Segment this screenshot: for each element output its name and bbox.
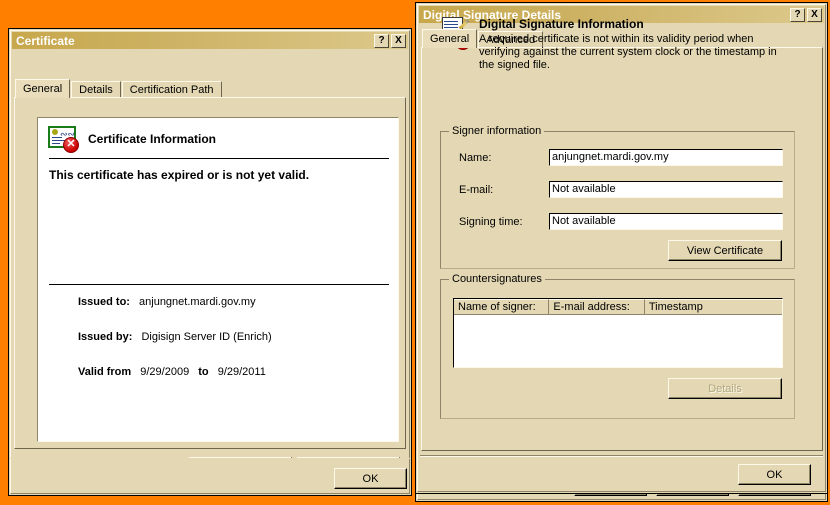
countersignature-details-button: Details bbox=[668, 378, 782, 399]
divider-bottom bbox=[49, 284, 389, 285]
dsd-info-header: ∾∾ ✕ Digital Signature Information A req… bbox=[440, 17, 790, 72]
dsd-info-description: A required certificate is not within its… bbox=[479, 33, 777, 71]
field-issued-to: Issued to: anjungnet.mardi.gov.my bbox=[78, 296, 272, 308]
dsd-ok-button[interactable]: OK bbox=[738, 464, 811, 485]
countersignatures-group: Countersignatures Name of signer: E-mail… bbox=[440, 273, 795, 419]
certificate-info-heading: Certificate Information bbox=[88, 132, 217, 146]
validity-prefix: Valid from bbox=[78, 366, 132, 378]
certificate-ok-button[interactable]: OK bbox=[334, 468, 407, 489]
certificate-fields: Issued to: anjungnet.mardi.gov.my Issued… bbox=[78, 296, 272, 401]
countersignatures-label: Countersignatures bbox=[449, 273, 545, 285]
close-icon[interactable]: X bbox=[391, 33, 406, 48]
help-icon[interactable]: ? bbox=[790, 7, 805, 22]
view-certificate-button[interactable]: View Certificate bbox=[668, 240, 782, 261]
tab-details[interactable]: Details bbox=[71, 81, 121, 98]
signer-email-label: E-mail: bbox=[459, 184, 494, 196]
field-issued-to-value: anjungnet.mardi.gov.my bbox=[139, 296, 256, 308]
dsd-titlebar-buttons: ? X bbox=[790, 7, 824, 22]
tab-general[interactable]: General bbox=[15, 79, 71, 98]
certificate-tabstrip: General Details Certification Path bbox=[15, 79, 223, 98]
certificate-info-header: ∾∾ ✕ Certificate Information bbox=[48, 126, 217, 153]
certificate-titlebar-buttons: ? X bbox=[374, 33, 408, 48]
divider-top bbox=[49, 158, 389, 159]
countersignatures-listbox[interactable]: Name of signer: E-mail address: Timestam… bbox=[453, 298, 783, 368]
certificate-dialog: Certificate ? X General Details Certific… bbox=[8, 28, 412, 496]
signing-time-label: Signing time: bbox=[459, 216, 523, 228]
certificate-info-panel: ∾∾ ✕ Certificate Information This certif… bbox=[37, 117, 399, 442]
close-icon[interactable]: X bbox=[807, 7, 822, 22]
validity-separator: to bbox=[198, 366, 209, 378]
column-name-of-signer[interactable]: Name of signer: bbox=[454, 299, 550, 315]
field-issued-by-value: Digisign Server ID (Enrich) bbox=[141, 331, 272, 343]
signer-information-label: Signer information bbox=[449, 125, 545, 137]
certificate-title: Certificate bbox=[16, 33, 75, 48]
field-issued-to-label: Issued to: bbox=[78, 296, 130, 308]
signer-name-field[interactable]: anjungnet.mardi.gov.my bbox=[549, 149, 783, 166]
validity-to: 9/29/2011 bbox=[217, 366, 266, 378]
column-email-address[interactable]: E-mail address: bbox=[549, 299, 645, 315]
certificate-titlebar[interactable]: Certificate ? X bbox=[12, 32, 408, 49]
signer-name-label: Name: bbox=[459, 152, 492, 164]
certificate-status-text: This certificate has expired or is not y… bbox=[49, 168, 310, 182]
certificate-error-icon: ∾∾ ✕ bbox=[48, 126, 79, 153]
field-issued-by: Issued by: Digisign Server ID (Enrich) bbox=[78, 331, 272, 343]
tab-certification-path[interactable]: Certification Path bbox=[121, 81, 222, 98]
column-timestamp[interactable]: Timestamp bbox=[644, 299, 782, 315]
help-icon[interactable]: ? bbox=[374, 33, 389, 48]
field-validity: Valid from 9/29/2009 to 9/29/2011 bbox=[78, 366, 272, 378]
dsd-footer-separator bbox=[420, 455, 823, 457]
signer-information-group: Signer information Name: anjungnet.mardi… bbox=[440, 125, 795, 269]
tab-general[interactable]: General bbox=[422, 29, 478, 48]
field-issued-by-label: Issued by: bbox=[78, 331, 133, 343]
countersignatures-header-row: Name of signer: E-mail address: Timestam… bbox=[454, 299, 782, 315]
validity-from: 9/29/2009 bbox=[140, 366, 190, 378]
dsd-info-heading: Digital Signature Information bbox=[479, 17, 644, 31]
digital-signature-details-dialog: Digital Signature Details ? X General Ad… bbox=[415, 2, 828, 494]
signer-email-field[interactable]: Not available bbox=[549, 181, 783, 198]
certificate-footer-band: OK bbox=[8, 458, 412, 496]
signing-time-field[interactable]: Not available bbox=[549, 213, 783, 230]
